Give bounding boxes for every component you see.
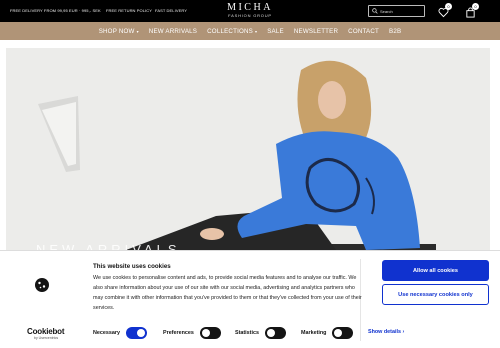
caret-down-icon: ▾	[255, 28, 258, 34]
hero-headline: NEW ARRIVALS	[36, 242, 181, 250]
cookiebot-byline: by Usercentrics	[34, 336, 59, 340]
brand-logo[interactable]: MICHA FASHION GROUP	[205, 2, 295, 18]
search-box[interactable]	[368, 5, 425, 17]
necessary-toggle[interactable]	[125, 327, 147, 339]
toggle-label: Statistics	[235, 330, 259, 336]
top-bar: FREE DELIVERY FROM 99,95 EUR · 995,- SEK…	[0, 0, 500, 22]
nav-item-sale[interactable]: SALE	[262, 28, 289, 35]
necessary-cookies-only-button[interactable]: Use necessary cookies only	[382, 284, 489, 305]
promo-fast-delivery: FAST DELIVERY	[155, 8, 188, 13]
nav-item-shop-now[interactable]: SHOP NOW ▾	[94, 28, 144, 35]
search-icon	[372, 8, 378, 14]
cart-button[interactable]: 0	[465, 3, 479, 18]
statistics-toggle[interactable]	[264, 327, 286, 339]
logo-sub-text: FASHION GROUP	[228, 13, 272, 18]
hero-banner[interactable]: NEW ARRIVALS	[6, 48, 490, 250]
nav-item-new-arrivals[interactable]: NEW ARRIVALS	[144, 28, 202, 35]
allow-all-cookies-button[interactable]: Allow all cookies	[382, 260, 489, 281]
toggle-label: Preferences	[163, 330, 194, 336]
nav-item-label: NEW ARRIVALS	[148, 27, 198, 35]
toggle-group-statistics: Statistics	[235, 326, 286, 340]
caret-down-icon: ▾	[136, 28, 139, 34]
logo-main-text: MICHA	[227, 2, 273, 13]
hero-photo	[6, 48, 490, 250]
toggle-label: Necessary	[93, 330, 120, 336]
cookie-title: This website uses cookies	[93, 263, 171, 270]
wishlist-button[interactable]: 0	[438, 3, 452, 18]
cookie-icon	[35, 278, 49, 292]
nav-item-label: CONTACT	[348, 27, 380, 35]
preferences-toggle[interactable]	[199, 327, 221, 339]
nav-item-label: NEWSLETTER	[293, 27, 339, 35]
toggle-knob	[201, 329, 210, 337]
nav-item-newsletter[interactable]: NEWSLETTER	[289, 28, 343, 35]
search-input[interactable]	[380, 8, 424, 15]
toggle-knob	[136, 329, 145, 337]
toggle-group-preferences: Preferences	[163, 326, 221, 340]
nav-item-b2b[interactable]: B2B	[384, 28, 406, 35]
chevron-right-icon: ›	[402, 329, 405, 335]
cart-count-badge: 0	[472, 3, 479, 10]
nav-item-label: SALE	[267, 27, 284, 35]
nav-item-label: SHOP NOW	[98, 27, 135, 35]
promo-free-delivery: FREE DELIVERY FROM 99,95 EUR · 995,- SEK	[10, 8, 101, 13]
show-details-label: Show details	[368, 329, 401, 335]
nav-item-collections[interactable]: COLLECTIONS ▾	[202, 28, 262, 35]
toggle-group-necessary: Necessary	[93, 326, 147, 340]
marketing-toggle[interactable]	[332, 327, 354, 339]
cookie-description: We use cookies to personalise content an…	[93, 275, 362, 311]
nav-item-label: COLLECTIONS	[207, 27, 254, 35]
toggle-label: Marketing	[301, 330, 327, 336]
show-details-link[interactable]: Show details ›	[368, 329, 404, 335]
nav-item-label: B2B	[389, 27, 402, 35]
nav-item-contact[interactable]: CONTACT	[343, 28, 384, 35]
toggle-knob	[266, 329, 275, 337]
cookiebot-logo: Cookiebot	[27, 327, 65, 336]
main-nav: SHOP NOW ▾ NEW ARRIVALS COLLECTIONS ▾ SA…	[0, 22, 500, 40]
toggle-knob	[334, 329, 343, 337]
wishlist-count-badge: 0	[445, 3, 452, 10]
promo-free-return: FREE RETURN POLICY	[106, 8, 153, 13]
toggle-group-marketing: Marketing	[301, 326, 354, 340]
